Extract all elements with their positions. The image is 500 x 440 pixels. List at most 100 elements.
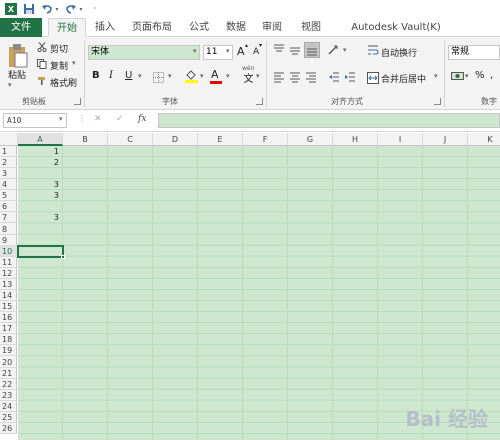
middle-align-icon[interactable] bbox=[288, 43, 302, 57]
row-header-17[interactable]: 17 bbox=[0, 323, 17, 335]
undo-icon[interactable] bbox=[40, 2, 54, 16]
save-icon[interactable] bbox=[22, 2, 36, 16]
name-box-dropdown-icon[interactable]: ▾ bbox=[59, 115, 63, 123]
font-launcher-icon[interactable] bbox=[256, 98, 263, 105]
cell-a5[interactable]: 3 bbox=[18, 190, 63, 201]
orientation-icon[interactable] bbox=[327, 43, 341, 57]
cancel-icon[interactable]: ✕ bbox=[94, 114, 102, 124]
cut-button[interactable]: 剪切 bbox=[50, 42, 68, 55]
column-header-g[interactable]: G bbox=[288, 133, 333, 146]
row-header-8[interactable]: 8 bbox=[0, 224, 17, 235]
row-header-14[interactable]: 14 bbox=[0, 290, 17, 302]
row-header-11[interactable]: 11 bbox=[0, 257, 17, 268]
active-cell-border[interactable] bbox=[17, 244, 64, 258]
column-header-e[interactable]: E bbox=[198, 133, 243, 146]
column-header-c[interactable]: C bbox=[108, 133, 153, 146]
select-all-corner[interactable] bbox=[0, 133, 18, 146]
percent-button[interactable]: % bbox=[475, 70, 485, 81]
borders-icon[interactable] bbox=[152, 71, 164, 83]
row-header-26[interactable]: 26 bbox=[0, 423, 17, 434]
row-header-3[interactable]: 3 bbox=[0, 168, 17, 180]
row-header-10[interactable]: 10 bbox=[0, 245, 17, 257]
paste-icon[interactable] bbox=[6, 41, 30, 71]
column-header-a[interactable]: A bbox=[18, 133, 63, 146]
column-header-b[interactable]: B bbox=[63, 133, 108, 146]
cell-a4[interactable]: 3 bbox=[18, 179, 63, 190]
row-header-23[interactable]: 23 bbox=[0, 390, 17, 401]
cell-a7[interactable]: 3 bbox=[18, 212, 63, 223]
underline-button[interactable]: U bbox=[125, 70, 132, 81]
fill-handle[interactable] bbox=[61, 254, 65, 259]
cell-a2[interactable]: 2 bbox=[18, 157, 63, 168]
alignment-launcher-icon[interactable] bbox=[434, 98, 441, 105]
row-header-6[interactable]: 6 bbox=[0, 201, 17, 213]
paste-dropdown-icon[interactable]: ▾ bbox=[8, 81, 12, 89]
clipboard-launcher-icon[interactable] bbox=[74, 98, 81, 105]
row-header-24[interactable]: 24 bbox=[0, 401, 17, 412]
paste-button[interactable]: 粘贴 bbox=[8, 68, 26, 81]
tab-view[interactable]: 视图 bbox=[296, 18, 326, 37]
copy-button[interactable]: 复制 bbox=[50, 59, 68, 72]
redo-icon[interactable] bbox=[64, 2, 78, 16]
row-header-4[interactable]: 4 bbox=[0, 179, 17, 191]
row-header-2[interactable]: 2 bbox=[0, 157, 17, 169]
row-header-13[interactable]: 13 bbox=[0, 279, 17, 290]
formula-input[interactable] bbox=[158, 113, 500, 128]
chevron-down-icon[interactable]: ▾ bbox=[78, 2, 84, 16]
chevron-down-icon[interactable]: ▾ bbox=[226, 47, 230, 55]
row-header-21[interactable]: 21 bbox=[0, 368, 17, 379]
row-header-18[interactable]: 18 bbox=[0, 334, 17, 346]
merge-center-button[interactable]: 合并后居中 bbox=[381, 72, 426, 85]
decrease-indent-icon[interactable] bbox=[327, 70, 341, 84]
tab-review[interactable]: 审阅 bbox=[257, 18, 287, 37]
format-painter-button[interactable]: 格式刷 bbox=[50, 76, 77, 89]
tab-data[interactable]: 数据 bbox=[221, 18, 251, 37]
number-format-select[interactable]: 常规 bbox=[448, 45, 500, 60]
align-left-icon[interactable] bbox=[272, 70, 286, 84]
orientation-dropdown-icon[interactable]: ▾ bbox=[343, 46, 347, 54]
column-header-j[interactable]: J bbox=[423, 133, 468, 146]
row-header-22[interactable]: 22 bbox=[0, 379, 17, 390]
increase-indent-icon[interactable] bbox=[343, 70, 357, 84]
bottom-align-icon[interactable] bbox=[304, 42, 320, 58]
customize-quick-access-icon[interactable]: ⁼ bbox=[88, 2, 102, 16]
row-header-15[interactable]: 15 bbox=[0, 301, 17, 313]
copy-dropdown-icon[interactable]: ▾ bbox=[72, 59, 76, 67]
row-header-19[interactable]: 19 bbox=[0, 345, 17, 357]
font-color-dropdown-icon[interactable]: ▾ bbox=[226, 72, 230, 80]
fill-color-icon[interactable] bbox=[184, 69, 198, 83]
row-header-5[interactable]: 5 bbox=[0, 190, 17, 202]
align-center-icon[interactable] bbox=[288, 70, 302, 84]
phonetic-dropdown-icon[interactable]: ▾ bbox=[256, 72, 260, 80]
merge-dropdown-icon[interactable]: ▾ bbox=[434, 72, 438, 80]
chevron-down-icon[interactable]: ▾ bbox=[193, 47, 197, 55]
font-name-select[interactable]: 宋体 bbox=[88, 45, 200, 60]
row-header-12[interactable]: 12 bbox=[0, 268, 17, 279]
enter-icon[interactable]: ✓ bbox=[116, 114, 124, 124]
tab-file[interactable]: 文件 bbox=[0, 18, 42, 37]
row-header-20[interactable]: 20 bbox=[0, 357, 17, 368]
column-header-d[interactable]: D bbox=[153, 133, 198, 146]
comma-style-button[interactable]: , bbox=[490, 70, 493, 81]
increase-font-size-button[interactable]: A bbox=[237, 45, 245, 58]
column-header-i[interactable]: I bbox=[378, 133, 423, 146]
tab-autodesk-vault[interactable]: Autodesk Vault(K) bbox=[336, 18, 456, 37]
currency-icon[interactable] bbox=[450, 69, 464, 83]
bold-button[interactable]: B bbox=[92, 70, 100, 81]
tab-page-layout[interactable]: 页面布局 bbox=[126, 18, 178, 37]
column-header-h[interactable]: H bbox=[333, 133, 378, 146]
cell-area[interactable]: 12333 bbox=[17, 146, 500, 440]
column-header-k[interactable]: K bbox=[468, 133, 500, 146]
top-align-icon[interactable] bbox=[272, 43, 286, 57]
row-header-25[interactable]: 25 bbox=[0, 412, 17, 423]
row-header-7[interactable]: 7 bbox=[0, 212, 17, 224]
column-header-f[interactable]: F bbox=[243, 133, 288, 146]
chevron-down-icon[interactable]: ▾ bbox=[54, 2, 60, 16]
row-header-9[interactable]: 9 bbox=[0, 235, 17, 246]
currency-dropdown-icon[interactable]: ▾ bbox=[465, 72, 469, 80]
align-right-icon[interactable] bbox=[304, 70, 318, 84]
insert-function-button[interactable]: fx bbox=[138, 114, 146, 124]
row-header-16[interactable]: 16 bbox=[0, 312, 17, 324]
wrap-text-button[interactable]: 自动换行 bbox=[381, 46, 417, 59]
italic-button[interactable]: I bbox=[109, 70, 113, 81]
